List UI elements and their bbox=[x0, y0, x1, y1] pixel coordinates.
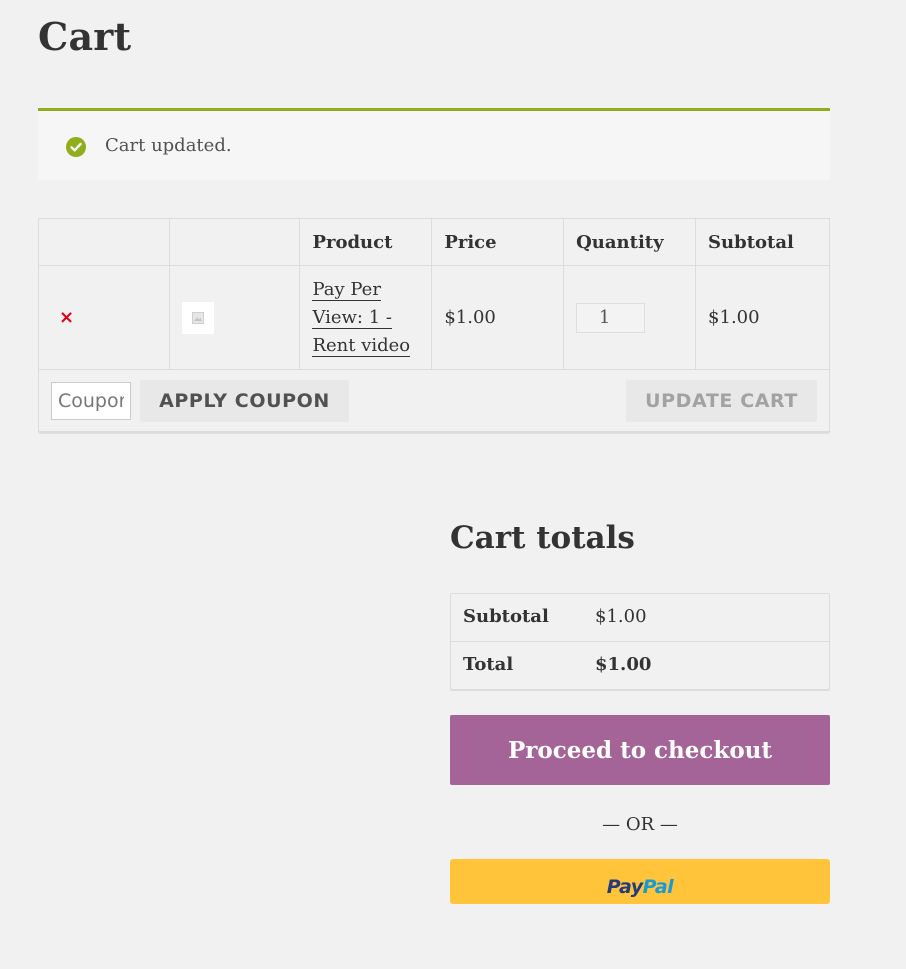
totals-value: $1.00 bbox=[595, 654, 652, 675]
cart-totals-heading: Cart totals bbox=[450, 520, 635, 556]
cart-updated-notice: Cart updated. bbox=[38, 108, 830, 180]
totals-row-subtotal: Subtotal $1.00 bbox=[451, 594, 829, 642]
or-divider: — OR — bbox=[602, 814, 678, 835]
product-name-line: View: 1 - bbox=[312, 306, 392, 329]
header-remove bbox=[38, 218, 170, 266]
update-cart-button[interactable]: UPDATE CART bbox=[626, 379, 817, 422]
table-row: × Pay Per View: 1 - Rent video $1.00 1 $… bbox=[38, 265, 830, 370]
proceed-to-checkout-button[interactable]: Proceed to checkout bbox=[450, 715, 830, 785]
cart-table-header: Product Price Quantity Subtotal bbox=[38, 218, 830, 266]
totals-label: Total bbox=[463, 654, 514, 675]
totals-table: Subtotal $1.00 Total $1.00 bbox=[450, 593, 830, 690]
quantity-cell bbox=[563, 265, 697, 370]
remove-x-icon[interactable]: × bbox=[51, 307, 74, 328]
cart-actions-row: APPLY COUPON UPDATE CART bbox=[38, 369, 830, 432]
product-name-line: Pay Per bbox=[312, 278, 381, 301]
product-link[interactable]: Pay Per View: 1 - Rent video bbox=[312, 278, 411, 357]
quantity-input[interactable] bbox=[576, 302, 646, 333]
totals-value: $1.00 bbox=[595, 606, 647, 627]
apply-coupon-button[interactable]: APPLY COUPON bbox=[140, 379, 349, 422]
paypal-logo-part: Pay bbox=[606, 876, 643, 898]
header-subtotal: Subtotal bbox=[695, 218, 830, 266]
subtotal-cell: $1.00 bbox=[695, 265, 830, 370]
cart-table: Product Price Quantity Subtotal × Pay Pe… bbox=[38, 218, 830, 432]
header-price: Price bbox=[431, 218, 565, 266]
paypal-button[interactable]: PayPal bbox=[450, 859, 830, 904]
product-cell: Pay Per View: 1 - Rent video bbox=[299, 265, 433, 370]
paypal-logo-part: Pal bbox=[642, 876, 674, 898]
price-cell: $1.00 bbox=[431, 265, 565, 370]
remove-cell: × bbox=[38, 265, 170, 370]
coupon-input[interactable] bbox=[51, 381, 131, 420]
header-product: Product bbox=[299, 218, 433, 266]
cart-actions: APPLY COUPON UPDATE CART bbox=[38, 369, 830, 432]
notice-message: Cart updated. bbox=[105, 135, 232, 156]
totals-label: Subtotal bbox=[463, 606, 549, 627]
header-quantity: Quantity bbox=[563, 218, 697, 266]
page-title: Cart bbox=[38, 14, 132, 59]
product-name-line: Rent video bbox=[312, 334, 411, 357]
header-thumbnail bbox=[168, 218, 301, 266]
paypal-logo: PayPal bbox=[606, 876, 674, 898]
thumbnail-cell bbox=[168, 265, 301, 370]
product-thumbnail[interactable] bbox=[181, 301, 214, 334]
check-circle-icon bbox=[66, 137, 86, 157]
totals-row-total: Total $1.00 bbox=[451, 642, 829, 689]
image-placeholder-icon bbox=[191, 311, 204, 324]
